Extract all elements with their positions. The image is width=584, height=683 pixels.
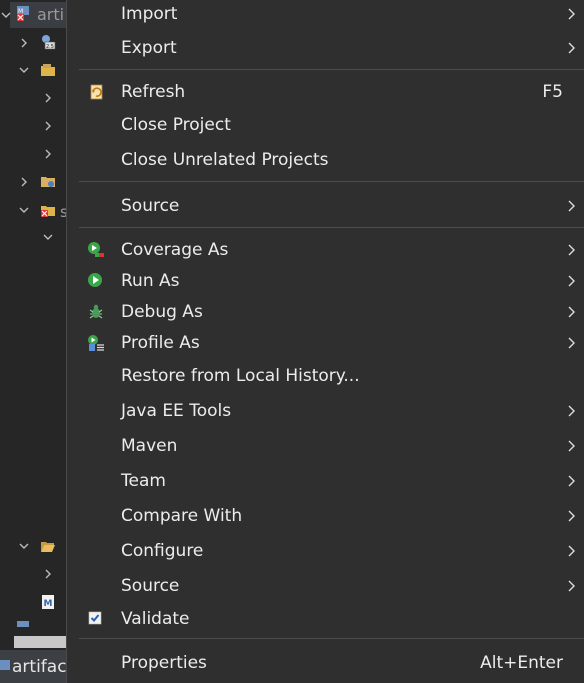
source-folder-icon (40, 62, 56, 78)
project-explorer-tree: M arti 2.5 s M artifac (0, 0, 66, 683)
menu-item-label: Export (121, 38, 177, 58)
menu-item-label: Validate (121, 609, 190, 629)
error-folder-icon (40, 202, 56, 218)
menu-item-label: Profile As (121, 333, 200, 353)
tree-row-8-chevron-down-icon[interactable] (42, 231, 54, 243)
menu-item-label: Configure (121, 541, 204, 561)
submenu-arrow-icon (568, 510, 575, 522)
tree-row-1-chevron-right-icon[interactable] (18, 37, 30, 49)
submenu-arrow-icon (568, 580, 575, 592)
menu-item-export[interactable]: Export (67, 34, 584, 64)
menu-item-profile-as[interactable]: Profile As (67, 329, 584, 359)
menu-item-label: Restore from Local History... (121, 366, 360, 386)
menu-item-maven[interactable]: Maven (67, 432, 584, 462)
debug-bug-icon (89, 304, 103, 319)
menu-item-label: Refresh (121, 82, 186, 102)
svg-text:M: M (44, 599, 53, 609)
menu-item-source[interactable]: Source (67, 192, 584, 222)
submenu-arrow-icon (568, 200, 575, 212)
project-status-icon (0, 658, 12, 674)
tree-row-5-chevron-right-icon[interactable] (42, 148, 54, 160)
menu-item-label: Team (121, 471, 166, 491)
menu-item-label: Close Project (121, 115, 231, 135)
tree-row-7-chevron-down-icon[interactable] (18, 204, 30, 216)
menu-item-label: Close Unrelated Projects (121, 150, 329, 170)
menu-item-refresh[interactable]: Refresh F5 (67, 78, 584, 108)
menu-item-run-as[interactable]: Run As (67, 267, 584, 297)
tree-row-9-chevron-down-icon[interactable] (18, 540, 30, 552)
coverage-icon (88, 242, 104, 257)
menu-item-label: Source (121, 576, 180, 596)
submenu-arrow-icon (568, 545, 575, 557)
menu-item-label: Compare With (121, 506, 243, 526)
java-project-error-icon: M (16, 5, 32, 21)
submenu-arrow-icon (568, 306, 575, 318)
run-icon (88, 273, 102, 287)
menu-separator (79, 638, 584, 639)
menu-item-team[interactable]: Team (67, 467, 584, 497)
menu-item-import[interactable]: Import (67, 0, 584, 30)
menu-item-properties[interactable]: Properties Alt+Enter (67, 649, 584, 679)
submenu-arrow-icon (568, 8, 575, 20)
tree-row-0-chevron-down-icon[interactable] (0, 9, 12, 21)
context-menu: Import Export Refresh F5 Close Project C… (66, 0, 584, 683)
menu-item-java-ee-tools[interactable]: Java EE Tools (67, 397, 584, 427)
folder-open-icon (40, 538, 56, 554)
menu-separator (79, 227, 584, 228)
menu-item-debug-as[interactable]: Debug As (67, 298, 584, 328)
menu-separator (79, 181, 584, 182)
tree-row-4-chevron-right-icon[interactable] (42, 120, 54, 132)
menu-item-label: Import (121, 4, 178, 24)
tree-horizontal-scrollbar[interactable] (14, 636, 66, 648)
menu-item-compare-with[interactable]: Compare With (67, 502, 584, 532)
svg-text:M: M (18, 8, 23, 15)
menu-item-shortcut: Alt+Enter (480, 653, 563, 673)
maven-pom-file-icon: M (40, 594, 56, 610)
profile-icon (88, 335, 104, 351)
menu-item-shortcut: F5 (542, 82, 563, 102)
tree-row-6-chevron-right-icon[interactable] (18, 176, 30, 188)
menu-item-close-project[interactable]: Close Project (67, 111, 584, 141)
deployment-descriptor-icon: 2.5 (40, 34, 56, 50)
submenu-arrow-icon (568, 244, 575, 256)
menu-item-validate[interactable]: Validate (67, 605, 584, 635)
status-bar-label: artifact (12, 657, 66, 677)
svg-text:2.5: 2.5 (46, 44, 54, 50)
refresh-icon (90, 84, 103, 100)
menu-item-label: Coverage As (121, 240, 229, 260)
submenu-arrow-icon (568, 440, 575, 452)
library-folder-icon (40, 173, 56, 189)
tree-row-10-chevron-right-icon[interactable] (42, 568, 54, 580)
submenu-arrow-icon (568, 42, 575, 54)
menu-item-configure[interactable]: Configure (67, 537, 584, 567)
submenu-arrow-icon (568, 337, 575, 349)
menu-item-label: Run As (121, 271, 180, 291)
menu-item-restore-from-local-history[interactable]: Restore from Local History... (67, 362, 584, 392)
submenu-arrow-icon (568, 275, 575, 287)
menu-item-label: Java EE Tools (121, 401, 232, 421)
tree-row-2-chevron-down-icon[interactable] (18, 64, 30, 76)
submenu-arrow-icon (568, 475, 575, 487)
status-bar: artifact (0, 650, 66, 683)
menu-item-label: Properties (121, 653, 207, 673)
menu-item-label: Source (121, 196, 180, 216)
menu-item-coverage-as[interactable]: Coverage As (67, 236, 584, 266)
java-project-icon-partial (16, 620, 32, 636)
menu-item-label: Maven (121, 436, 178, 456)
menu-separator (79, 69, 584, 70)
checkbox-checked-icon (88, 611, 102, 625)
menu-item-close-unrelated-projects[interactable]: Close Unrelated Projects (67, 146, 584, 176)
tree-row-0-label[interactable]: arti (37, 5, 64, 24)
submenu-arrow-icon (568, 405, 575, 417)
tree-row-3-chevron-right-icon[interactable] (42, 92, 54, 104)
menu-item-source-2[interactable]: Source (67, 572, 584, 602)
menu-item-label: Debug As (121, 302, 203, 322)
